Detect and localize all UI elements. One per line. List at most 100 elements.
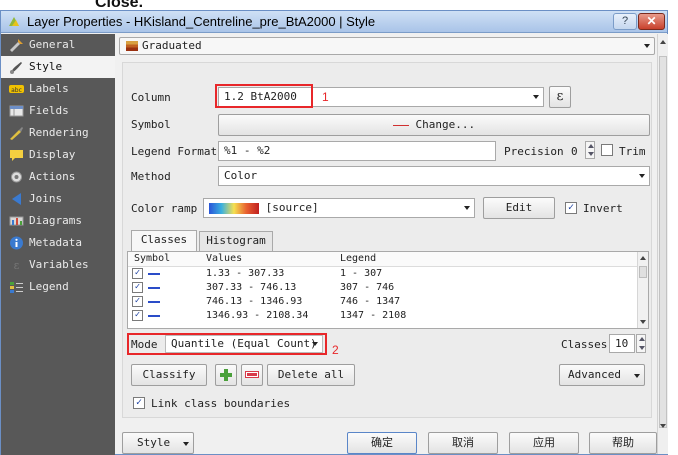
sidebar-item-actions[interactable]: Actions [1,166,115,188]
class-legend[interactable]: 746 - 1347 [340,296,400,307]
apply-button[interactable]: 应用 [509,432,579,454]
table-row[interactable]: ✓ 1346.93 - 2108.34 1347 - 2108 [128,309,648,323]
sidebar-item-metadata[interactable]: Metadata [1,232,115,254]
cancel-button[interactable]: 取消 [428,432,498,454]
tab-histogram[interactable]: Histogram [199,231,273,251]
trim-checkbox[interactable] [601,144,613,156]
sidebar-item-joins[interactable]: Joins [1,188,115,210]
sidebar-item-fields[interactable]: Fields [1,100,115,122]
delete-all-button[interactable]: Delete all [267,364,355,386]
classes-count-input[interactable]: 10 [609,334,635,353]
ok-button[interactable]: 确定 [347,432,417,454]
advanced-button[interactable]: Advanced [559,364,645,386]
header-legend[interactable]: Legend [340,253,376,264]
remove-class-button[interactable] [241,364,263,386]
class-legend[interactable]: 307 - 746 [340,282,394,293]
help-button[interactable]: 帮助 [589,432,657,454]
class-values[interactable]: 1.33 - 307.33 [206,268,284,279]
class-symbol[interactable] [148,301,160,303]
rendering-icon [10,127,23,140]
page-scrollbar[interactable] [657,34,668,454]
style-menu-button[interactable]: Style [122,432,194,454]
link-boundaries-checkbox[interactable]: ✓ [133,397,145,409]
class-visible-checkbox[interactable]: ✓ [132,282,143,293]
sidebar-item-rendering[interactable]: Rendering [1,122,115,144]
legend-format-input[interactable]: %1 - %2 [218,141,496,161]
labels-icon: abc [9,85,24,94]
header-values[interactable]: Values [206,253,242,264]
style-menu-label: Style [137,436,171,449]
invert-checkbox[interactable]: ✓ [565,202,577,214]
advanced-label: Advanced [568,368,621,381]
table-row[interactable]: ✓ 307.33 - 746.13 307 - 746 [128,281,648,295]
method-select[interactable]: Color [218,166,650,186]
sidebar-item-style[interactable]: Style [1,56,115,78]
class-legend[interactable]: 1347 - 2108 [340,310,406,321]
general-icon [10,39,23,52]
precision-label: Precision [504,145,564,158]
add-class-button[interactable] [215,364,237,386]
renderer-type-value: Graduated [142,39,202,52]
sidebar-item-display[interactable]: Display [1,144,115,166]
sidebar-item-diagrams[interactable]: Diagrams [1,210,115,232]
renderer-type-select[interactable]: Graduated [119,37,655,55]
header-symbol[interactable]: Symbol [134,253,170,264]
classify-button[interactable]: Classify [131,364,207,386]
class-legend[interactable]: 1 - 307 [340,268,382,279]
scroll-down-icon[interactable] [660,424,666,428]
change-symbol-button[interactable]: Change... [218,114,650,136]
qgis-logo-icon [9,17,19,26]
sidebar-item-legend[interactable]: Legend [1,276,115,298]
chevron-down-icon [639,174,645,178]
class-values[interactable]: 746.13 - 1346.93 [206,296,302,307]
class-values[interactable]: 1346.93 - 2108.34 [206,310,308,321]
class-values[interactable]: 307.33 - 746.13 [206,282,296,293]
table-row[interactable]: ✓ 1.33 - 307.33 1 - 307 [128,267,648,281]
column-label: Column [131,91,171,104]
tab-classes[interactable]: Classes [131,230,197,251]
class-visible-checkbox[interactable]: ✓ [132,310,143,321]
mode-value: Quantile (Equal Count) [171,337,317,350]
graduated-settings-panel: Column 1.2 BtA2000 1 ε Symbol Change... … [122,62,652,418]
sidebar-item-general[interactable]: General [1,34,115,56]
precision-spinner[interactable] [585,141,595,159]
color-ramp-select[interactable]: [source] [203,198,475,218]
scroll-thumb[interactable] [659,56,667,428]
sidebar-item-label: Display [29,148,76,161]
class-visible-checkbox[interactable]: ✓ [132,296,143,307]
chevron-down-icon [644,44,650,48]
plus-icon [220,369,232,381]
class-symbol[interactable] [148,273,160,275]
table-row[interactable]: ✓ 746.13 - 1346.93 746 - 1347 [128,295,648,309]
variables-icon: ε [14,259,20,272]
color-ramp-preview [209,202,259,214]
precision-value[interactable]: 0 [571,145,578,158]
class-visible-checkbox[interactable]: ✓ [132,268,143,279]
sidebar-item-label: General [29,38,76,51]
close-window-button[interactable]: ✕ [638,13,665,30]
classes-count-spinner[interactable] [636,334,646,353]
sidebar-item-variables[interactable]: ε Variables [1,254,115,276]
class-symbol[interactable] [148,315,160,317]
mode-label: Mode [131,338,158,351]
title-bar: Layer Properties - HKisland_Centreline_p… [1,11,667,33]
chevron-down-icon [634,374,640,378]
sidebar-item-labels[interactable]: abc Labels [1,78,115,100]
table-scrollbar[interactable] [637,252,648,328]
window-title: Layer Properties - HKisland_Centreline_p… [27,14,376,29]
class-symbol[interactable] [148,287,160,289]
help-title-button[interactable]: ? [613,13,637,30]
scroll-down-icon[interactable] [640,320,646,324]
link-boundaries-label: Link class boundaries [151,397,291,410]
scroll-up-icon[interactable] [640,256,646,260]
mode-select[interactable]: Quantile (Equal Count) [165,335,323,353]
sidebar-item-label: Fields [29,104,69,117]
scroll-thumb[interactable] [639,266,647,278]
style-page: Graduated Column 1.2 BtA2000 1 ε Symbol … [116,34,668,455]
annotation-number-1: 1 [322,90,329,104]
scroll-up-icon[interactable] [660,40,666,44]
sidebar-item-label: Diagrams [29,214,82,227]
expression-button[interactable]: ε [549,86,571,108]
edit-ramp-button[interactable]: Edit [483,197,555,219]
layer-properties-dialog: Layer Properties - HKisland_Centreline_p… [0,10,668,455]
